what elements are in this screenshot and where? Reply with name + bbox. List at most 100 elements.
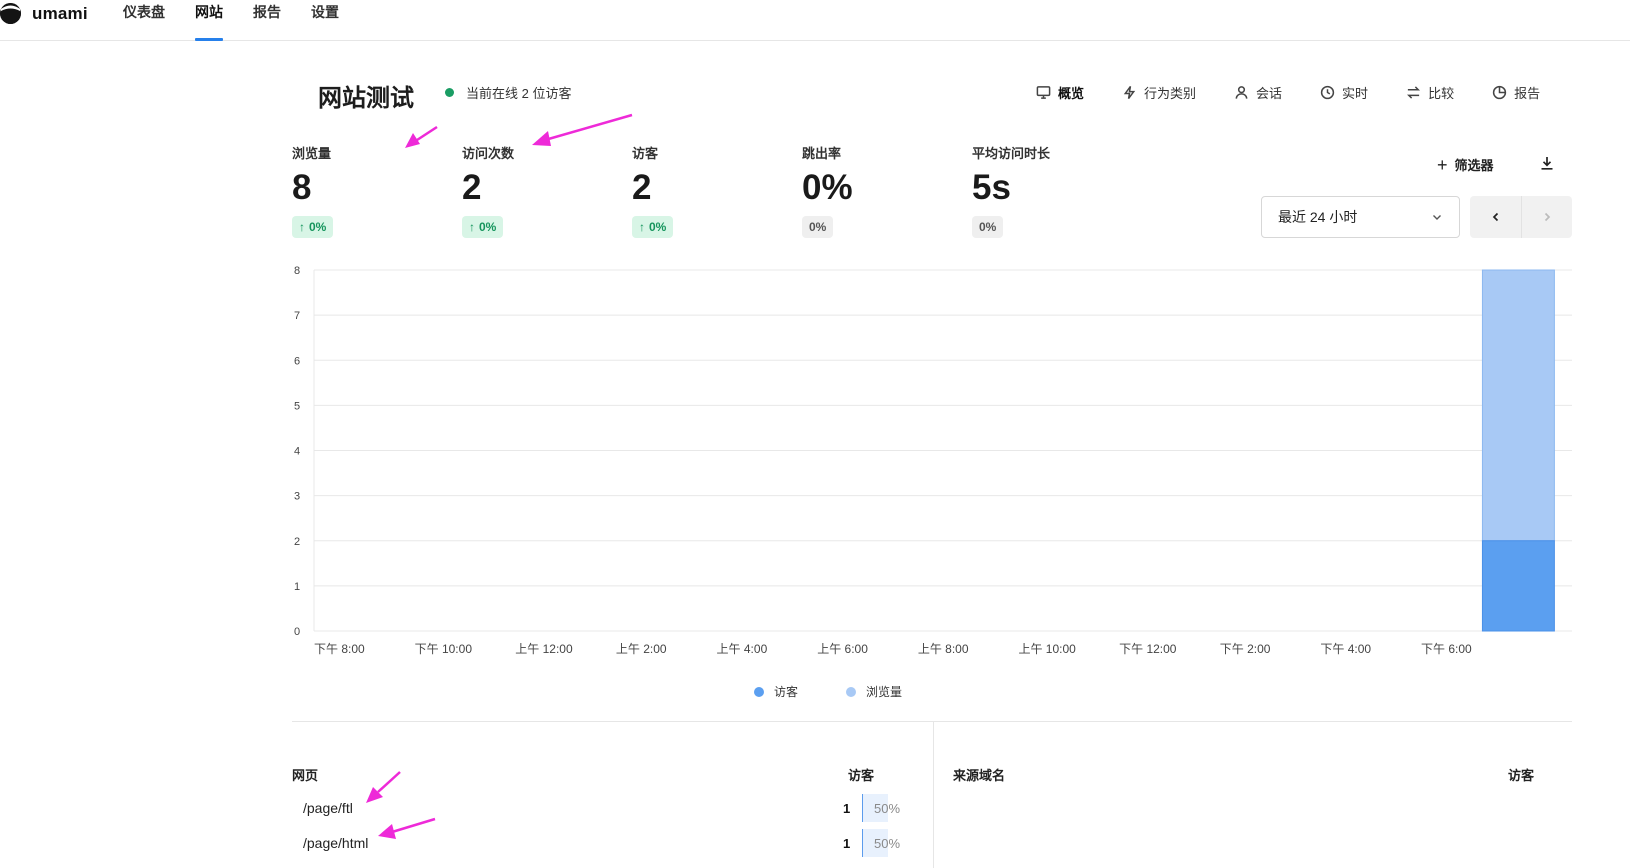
- x-tick-label: 上午 4:00: [717, 642, 768, 656]
- row-count: 1: [843, 835, 851, 851]
- page-path[interactable]: /page/ftl: [303, 800, 353, 816]
- legend-item-views[interactable]: 浏览量: [820, 683, 902, 700]
- pageviews-chart: 0 1 2 3 4 5 6 7 8 下午 8:00 下午 10:00 上午 12:00 上午 2:00 上…: [290, 262, 1580, 662]
- plus-icon: +: [1437, 154, 1448, 175]
- bar-visitors: [1481, 540, 1555, 632]
- top-nav: umami 仪表盘 网站 报告 设置: [0, 0, 1630, 41]
- metric-value: 2: [462, 168, 482, 207]
- chart-svg: 0 1 2 3 4 5 6 7 8 下午 8:00 下午 10:00 上午 12:00 上午 2:00 上…: [294, 265, 1572, 656]
- metric-change-badge: ↑ 0%: [632, 216, 674, 238]
- nav-reports[interactable]: 报告: [253, 2, 281, 22]
- row-count: 1: [843, 800, 851, 816]
- pages-table-title: 网页: [292, 768, 319, 783]
- referrers-table-metric-header: 访客: [1508, 768, 1535, 783]
- y-tick-label: 7: [294, 310, 300, 322]
- row-percent: 50%: [874, 835, 901, 851]
- nav-settings[interactable]: 设置: [311, 2, 339, 22]
- y-tick-label: 4: [294, 446, 300, 458]
- pages-table-metric-header: 访客: [848, 768, 875, 783]
- metric-bounce-rate: 跳出率 0% 0%: [802, 143, 962, 238]
- bolt-icon: [1123, 85, 1136, 99]
- section-divider: [292, 721, 1572, 722]
- y-tick-label: 6: [294, 355, 300, 367]
- metric-change-badge: 0%: [802, 216, 834, 238]
- metric-views: 浏览量 8 ↑ 0%: [292, 143, 452, 238]
- download-icon[interactable]: [1539, 155, 1555, 171]
- page-path[interactable]: /page/html: [303, 835, 368, 851]
- metric-label: 平均访问时长: [972, 146, 1051, 161]
- y-tick-label: 1: [294, 581, 300, 593]
- metric-change-badge: ↑ 0%: [292, 216, 334, 238]
- online-status: 当前在线 2 位访客: [445, 83, 571, 102]
- nav-dashboard[interactable]: 仪表盘: [123, 2, 165, 22]
- metric-visitors: 访客 2 ↑ 0%: [632, 143, 792, 238]
- x-tick-label: 下午 2:00: [1220, 642, 1271, 656]
- tab-events[interactable]: 行为类别: [1122, 82, 1196, 102]
- x-tick-label: 下午 12:00: [1119, 642, 1177, 656]
- x-tick-label: 上午 6:00: [817, 642, 868, 656]
- y-tick-label: 0: [294, 626, 300, 638]
- y-tick-label: 2: [294, 536, 300, 548]
- filter-button[interactable]: + 筛选器: [1437, 155, 1494, 174]
- x-tick-label: 下午 8:00: [314, 642, 365, 656]
- column-divider: [933, 722, 934, 868]
- tab-overview[interactable]: 概览: [1036, 82, 1084, 102]
- chevron-right-icon: [1544, 212, 1551, 222]
- legend-dot-icon: [846, 686, 856, 697]
- next-period-button[interactable]: [1521, 196, 1572, 238]
- swap-icon: [1407, 85, 1421, 99]
- page-title: 网站测试: [318, 85, 414, 112]
- annotation-arrow: [532, 113, 633, 146]
- x-tick-label: 下午 6:00: [1421, 642, 1472, 656]
- table-row[interactable]: /page/ftl 1 50%: [292, 793, 904, 823]
- active-nav-indicator: [195, 38, 223, 41]
- metric-change-badge: 0%: [972, 216, 1004, 238]
- user-icon: [1235, 85, 1248, 99]
- online-dot-icon: [445, 88, 454, 97]
- tab-reports[interactable]: 报告: [1492, 82, 1540, 102]
- arrow-up-icon: ↑: [639, 220, 645, 234]
- y-tick-label: 8: [294, 265, 300, 277]
- view-tabs: 概览 行为类别 会话 实时 比较 报告: [1036, 82, 1540, 102]
- clock-icon: [1320, 85, 1335, 99]
- table-row[interactable]: /page/html 1 50%: [292, 828, 904, 858]
- pie-icon: [1492, 85, 1507, 99]
- metric-value: 2: [632, 168, 652, 207]
- monitor-icon: [1036, 85, 1051, 99]
- chart-legend: 访客 浏览量: [0, 683, 1630, 700]
- app-name: umami: [32, 3, 88, 23]
- chevron-left-icon: [1492, 212, 1498, 222]
- y-tick-label: 5: [294, 400, 300, 412]
- metric-avg-duration: 平均访问时长 5s 0%: [972, 143, 1132, 238]
- umami-logo-icon: [0, 3, 21, 24]
- metric-label: 浏览量: [292, 146, 332, 161]
- bar-views: [1481, 269, 1555, 542]
- tab-compare[interactable]: 比较: [1406, 82, 1454, 102]
- row-percent: 50%: [874, 800, 901, 816]
- app-logo[interactable]: umami: [0, 3, 88, 24]
- x-tick-label: 上午 10:00: [1018, 642, 1076, 656]
- tab-sessions[interactable]: 会话: [1234, 82, 1282, 102]
- metric-change-badge: ↑ 0%: [462, 216, 504, 238]
- x-tick-label: 上午 8:00: [918, 642, 969, 656]
- legend-dot-icon: [753, 686, 764, 697]
- x-tick-label: 上午 12:00: [515, 642, 573, 656]
- date-navigation: [1470, 196, 1572, 238]
- y-tick-label: 3: [294, 491, 300, 503]
- metric-label: 访问次数: [462, 146, 515, 161]
- metric-label: 访客: [632, 146, 659, 161]
- prev-period-button[interactable]: [1470, 196, 1521, 238]
- x-tick-label: 下午 4:00: [1320, 642, 1371, 656]
- tab-realtime[interactable]: 实时: [1320, 82, 1368, 102]
- metric-value: 5s: [972, 168, 1011, 207]
- x-tick-label: 上午 2:00: [616, 642, 667, 656]
- chevron-down-icon: [1433, 215, 1441, 220]
- online-text: 当前在线 2 位访客: [466, 86, 572, 101]
- metric-value: 0%: [802, 168, 853, 207]
- arrow-up-icon: ↑: [469, 220, 475, 234]
- nav-websites[interactable]: 网站: [195, 2, 223, 22]
- metric-visits: 访问次数 2 ↑ 0%: [462, 143, 622, 238]
- date-range-select[interactable]: 最近 24 小时: [1261, 196, 1460, 238]
- metric-label: 跳出率: [802, 146, 842, 161]
- legend-item-visitors[interactable]: 访客: [728, 683, 798, 700]
